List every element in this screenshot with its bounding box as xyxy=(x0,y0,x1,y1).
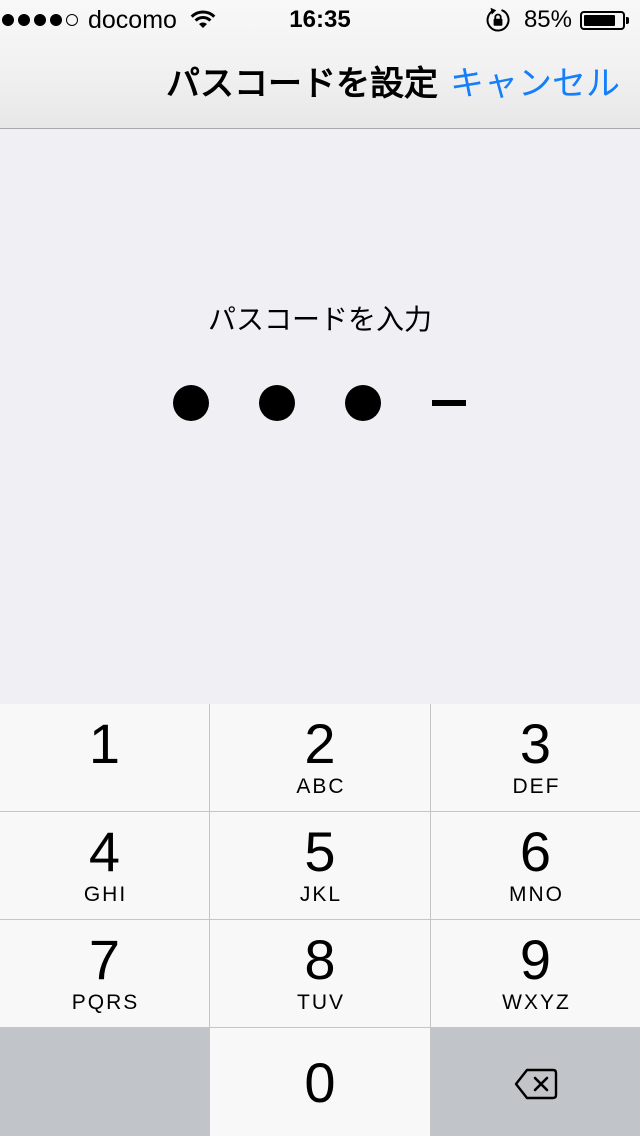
key-letters: JKL xyxy=(299,883,343,906)
passcode-slot xyxy=(234,385,320,421)
status-bar: docomo 16:35 85% xyxy=(0,0,640,40)
key-digit: 0 xyxy=(304,1051,336,1114)
key-digit: 1 xyxy=(88,712,121,775)
key-letters: MNO xyxy=(509,883,564,906)
passcode-slot xyxy=(406,385,492,421)
key-digit: 4 xyxy=(88,820,121,883)
key-4[interactable]: 4 GHI xyxy=(0,812,209,919)
key-letters: DEF xyxy=(512,775,561,798)
key-1[interactable]: 1 xyxy=(0,704,209,811)
key-digit: 3 xyxy=(519,712,552,775)
passcode-slot xyxy=(148,385,234,421)
key-5[interactable]: 5 JKL xyxy=(210,812,430,919)
navigation-bar: パスコードを設定 キャンセル xyxy=(0,40,640,128)
cancel-button[interactable]: キャンセル xyxy=(450,40,620,128)
header: docomo 16:35 85% パスコードを設定 キャンセル xyxy=(0,0,640,129)
battery-level-fill xyxy=(584,15,616,26)
key-9[interactable]: 9 WXYZ xyxy=(431,920,640,1027)
backspace-icon xyxy=(514,1068,558,1100)
key-letters: GHI xyxy=(83,883,128,906)
key-digit: 8 xyxy=(304,928,336,991)
delete-button[interactable] xyxy=(431,1028,640,1136)
key-digit: 2 xyxy=(304,712,336,775)
key-6[interactable]: 6 MNO xyxy=(431,812,640,919)
key-digit: 6 xyxy=(519,820,552,883)
key-0[interactable]: 0 xyxy=(210,1028,430,1136)
passcode-setup-screen: docomo 16:35 85% パスコードを設定 キャンセル パスコードを入力… xyxy=(0,0,640,1136)
key-digit: 5 xyxy=(304,820,336,883)
battery-terminal xyxy=(626,17,629,24)
passcode-prompt: パスコードを入力 xyxy=(207,304,432,335)
rotation-lock-icon xyxy=(485,7,511,33)
key-letters: PQRS xyxy=(71,991,140,1014)
key-2[interactable]: 2 ABC xyxy=(210,704,430,811)
key-digit: 9 xyxy=(519,928,552,991)
key-8[interactable]: 8 TUV xyxy=(210,920,430,1027)
battery-percentage: 85% xyxy=(523,6,572,33)
keypad-blank-key xyxy=(0,1028,209,1136)
passcode-dash-empty xyxy=(432,400,466,406)
key-7[interactable]: 7 PQRS xyxy=(0,920,209,1027)
key-digit: 7 xyxy=(88,928,121,991)
battery-icon xyxy=(580,11,625,30)
key-letters: ABC xyxy=(296,775,346,798)
key-letters: TUV xyxy=(297,991,345,1014)
passcode-dot-filled xyxy=(259,385,295,421)
passcode-entry-area: パスコードを入力 xyxy=(0,129,640,704)
key-letters: WXYZ xyxy=(502,991,571,1014)
page-title: パスコードを設定 xyxy=(166,65,438,103)
passcode-indicators xyxy=(148,385,492,421)
number-keypad: 1 2 ABC 3 DEF 4 GHI 5 JKL 6 MNO 7 PQRS 8… xyxy=(0,704,640,1136)
key-3[interactable]: 3 DEF xyxy=(431,704,640,811)
passcode-slot xyxy=(320,385,406,421)
passcode-dot-filled xyxy=(345,385,381,421)
passcode-dot-filled xyxy=(173,385,209,421)
